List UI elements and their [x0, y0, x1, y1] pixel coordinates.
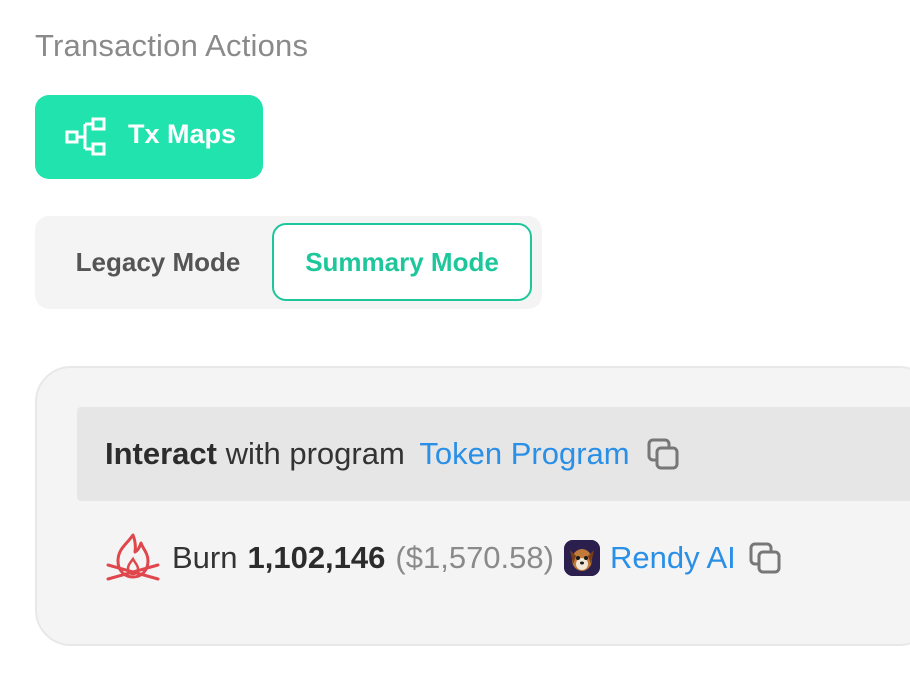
- tree-map-icon: [65, 117, 106, 156]
- tx-maps-button[interactable]: Tx Maps: [35, 95, 263, 179]
- interact-text: with program: [225, 436, 405, 471]
- program-interaction-row: Interact with program Token Program: [77, 407, 910, 501]
- tx-maps-label: Tx Maps: [128, 119, 237, 149]
- page: Transaction Actions Tx Maps Legacy Mode …: [0, 0, 910, 675]
- fire-icon: [106, 533, 160, 581]
- copy-icon[interactable]: [646, 437, 680, 471]
- summary-card: Interact with program Token Program Burn…: [35, 366, 910, 646]
- burn-row: Burn 1,102,146 ($1,570.58) Rendy AI: [104, 528, 782, 588]
- burn-action: Burn: [172, 540, 238, 575]
- tab-legacy-mode[interactable]: Legacy Mode: [43, 223, 273, 301]
- mode-toggle: Legacy Mode Summary Mode: [35, 216, 542, 309]
- rendy-ai-token-link[interactable]: Rendy AI: [610, 540, 736, 576]
- burn-amount: 1,102,146: [247, 540, 386, 575]
- token-program-link[interactable]: Token Program: [419, 436, 629, 471]
- section-title: Transaction Actions: [35, 28, 309, 63]
- copy-icon[interactable]: [748, 541, 782, 575]
- tab-summary-mode[interactable]: Summary Mode: [272, 223, 532, 301]
- program-interaction-text: Interact with program Token Program: [105, 436, 680, 472]
- interact-verb: Interact: [105, 436, 217, 471]
- rendy-ai-token-avatar: [563, 540, 600, 576]
- burn-usd-value: ($1,570.58): [395, 540, 554, 575]
